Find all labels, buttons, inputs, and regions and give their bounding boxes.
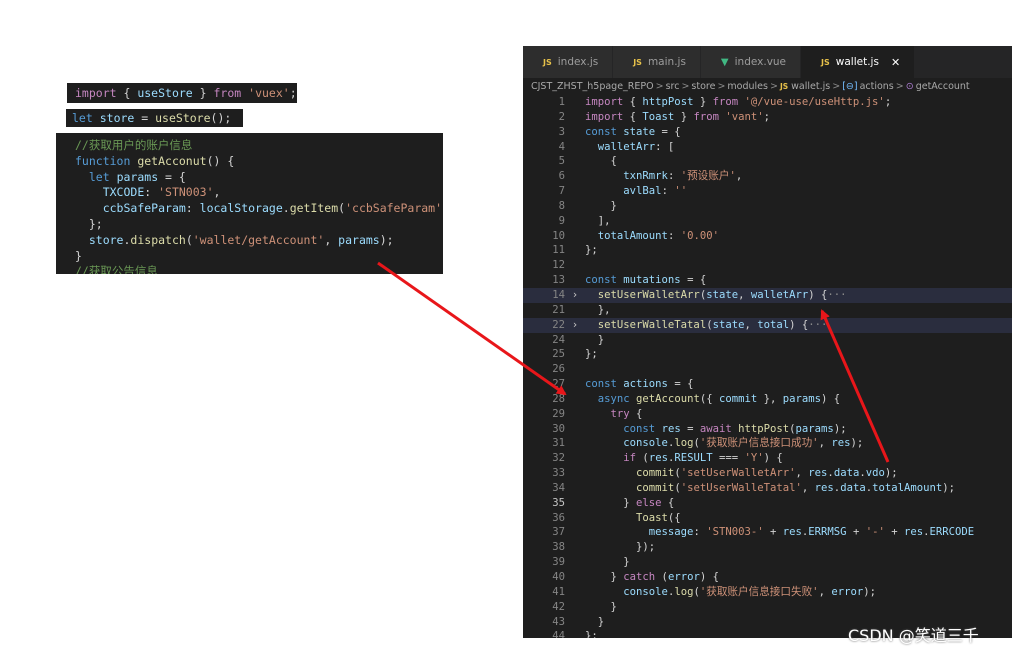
annotation-arrows <box>377 261 890 463</box>
csdn-watermark: CSDN @笑道三千 <box>848 626 979 645</box>
arrow-snippet-to-get-account <box>377 261 567 396</box>
arrow-commit-to-mutations <box>820 309 890 463</box>
